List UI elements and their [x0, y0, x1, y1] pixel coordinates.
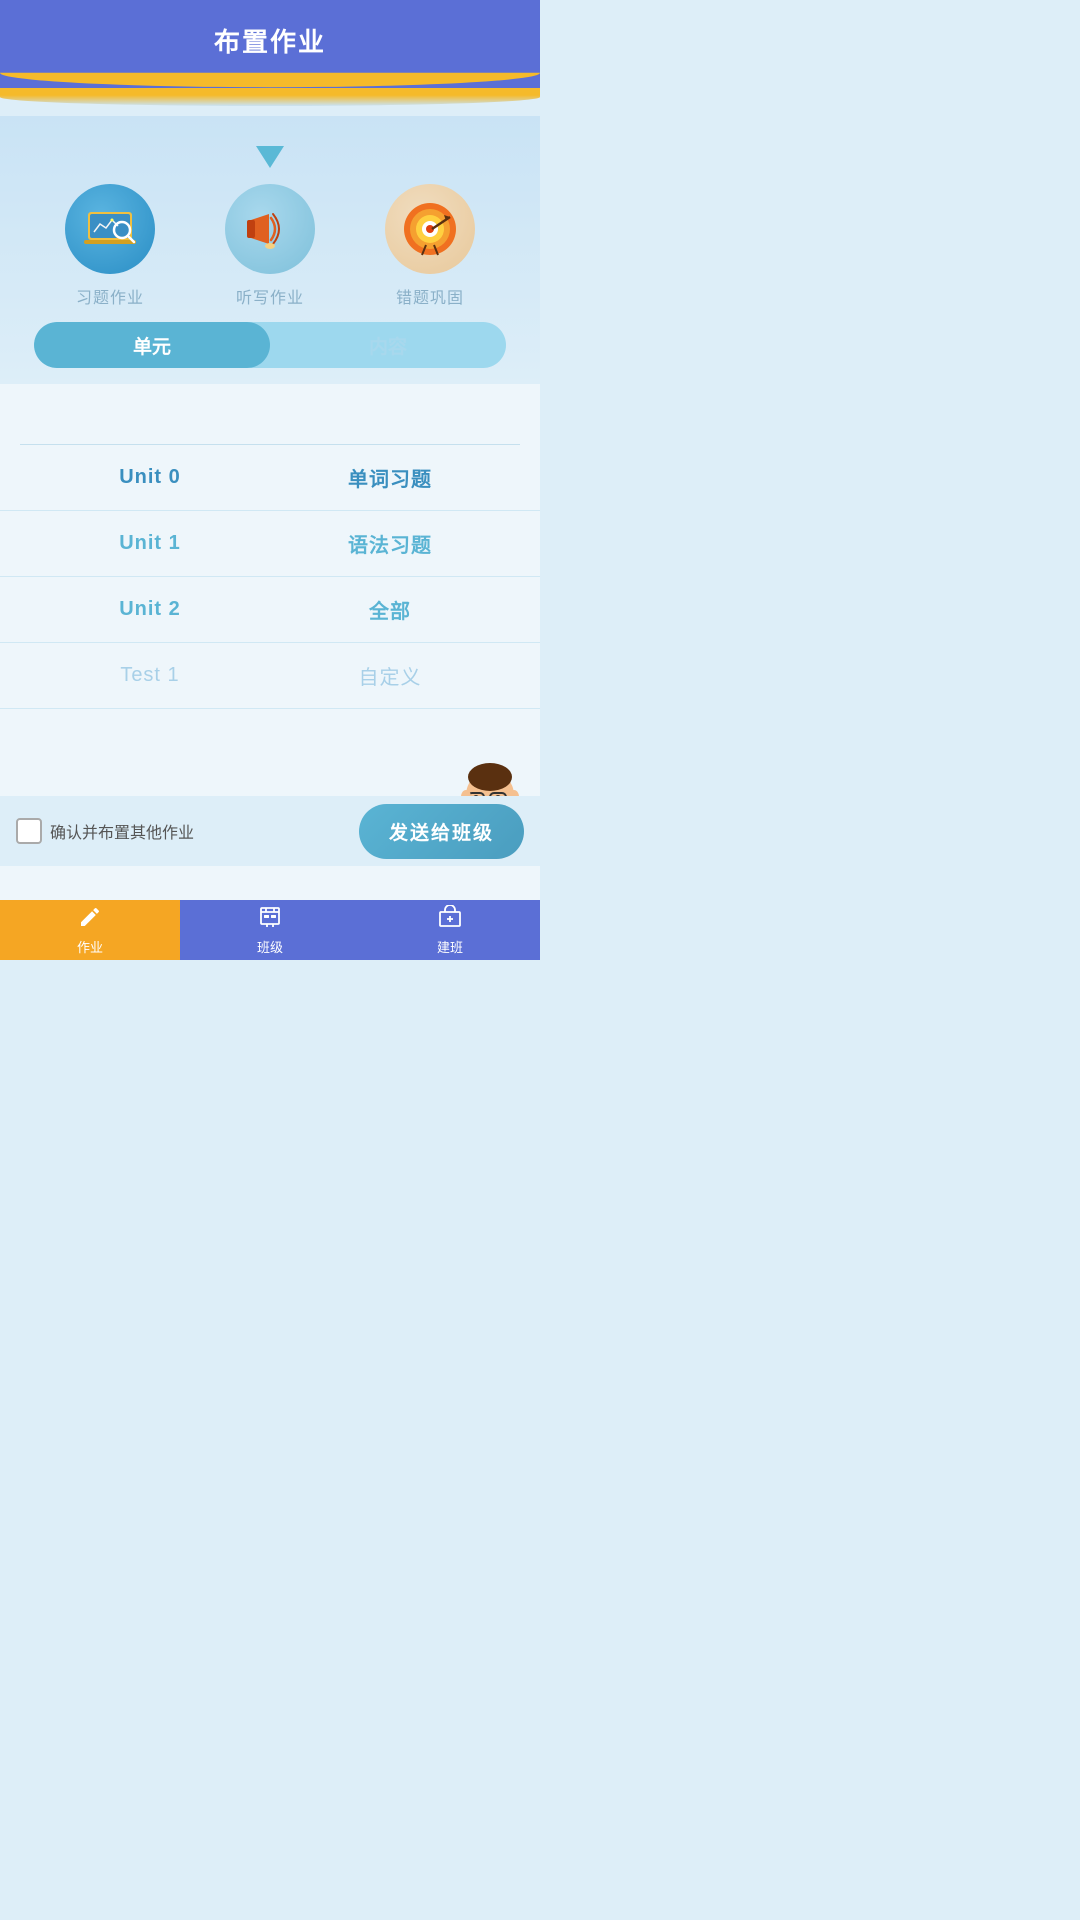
unit-2[interactable]: Unit 2 — [54, 598, 246, 621]
dictation-item[interactable]: 听写作业 — [225, 184, 315, 308]
send-button[interactable]: 发送给班级 — [359, 804, 524, 859]
list-row-0[interactable]: Unit 0 单词习题 — [0, 445, 540, 511]
homework-exercises-svg — [80, 202, 140, 257]
unit-1[interactable]: Unit 1 — [54, 532, 246, 555]
homework-exercises-item[interactable]: 习题作业 — [65, 184, 155, 308]
class-icon — [258, 905, 282, 935]
pencil-icon — [78, 905, 102, 935]
confirm-label: 确认并布置其他作业 — [50, 819, 194, 843]
test-1[interactable]: Test 1 — [54, 664, 246, 687]
content-word-exercise[interactable]: 单词习题 — [294, 463, 486, 492]
error-practice-label: 错题巩固 — [396, 284, 464, 308]
list-row-2[interactable]: Unit 2 全部 — [0, 577, 540, 643]
unit-0[interactable]: Unit 0 — [54, 466, 246, 489]
page-title: 布置作业 — [214, 22, 326, 59]
homework-exercises-label: 习题作业 — [76, 284, 144, 308]
icon-row: 习题作业 听写作业 — [20, 184, 520, 308]
nav-class-label: 班级 — [257, 937, 283, 956]
top-section: 习题作业 听写作业 — [0, 116, 540, 384]
main-content: 习题作业 听写作业 — [0, 106, 540, 926]
app-header: 布置作业 — [0, 0, 540, 80]
content-grammar-exercise[interactable]: 语法习题 — [294, 529, 486, 558]
nav-create-label: 建班 — [437, 937, 463, 956]
dictation-icon-bg — [225, 184, 315, 274]
error-practice-icon-bg — [385, 184, 475, 274]
dropdown-indicator — [256, 146, 284, 168]
tab-bar: 单元 内容 — [34, 322, 506, 368]
homework-exercises-icon-bg — [65, 184, 155, 274]
nav-homework[interactable]: 作业 — [0, 900, 180, 960]
nav-homework-label: 作业 — [77, 937, 103, 956]
dictation-svg — [241, 200, 299, 258]
checkbox-area[interactable]: 确认并布置其他作业 — [16, 818, 347, 844]
content-custom[interactable]: 自定义 — [294, 661, 486, 690]
error-practice-item[interactable]: 错题巩固 — [385, 184, 475, 308]
tab-content[interactable]: 内容 — [270, 322, 506, 368]
yellow-wave — [0, 88, 540, 106]
list-row-1[interactable]: Unit 1 语法习题 — [0, 511, 540, 577]
action-bar: 确认并布置其他作业 发送给班级 — [0, 796, 540, 866]
tab-unit[interactable]: 单元 — [34, 322, 270, 368]
nav-create[interactable]: 建班 — [360, 900, 540, 960]
empty-space — [0, 384, 540, 444]
error-practice-svg — [400, 199, 460, 259]
dictation-label: 听写作业 — [236, 284, 304, 308]
bottom-nav: 作业 班级 建班 — [0, 900, 540, 960]
content-all[interactable]: 全部 — [294, 595, 486, 624]
nav-class[interactable]: 班级 — [180, 900, 360, 960]
list-row-3[interactable]: Test 1 自定义 — [0, 643, 540, 709]
create-icon — [438, 905, 462, 935]
confirm-checkbox[interactable] — [16, 818, 42, 844]
